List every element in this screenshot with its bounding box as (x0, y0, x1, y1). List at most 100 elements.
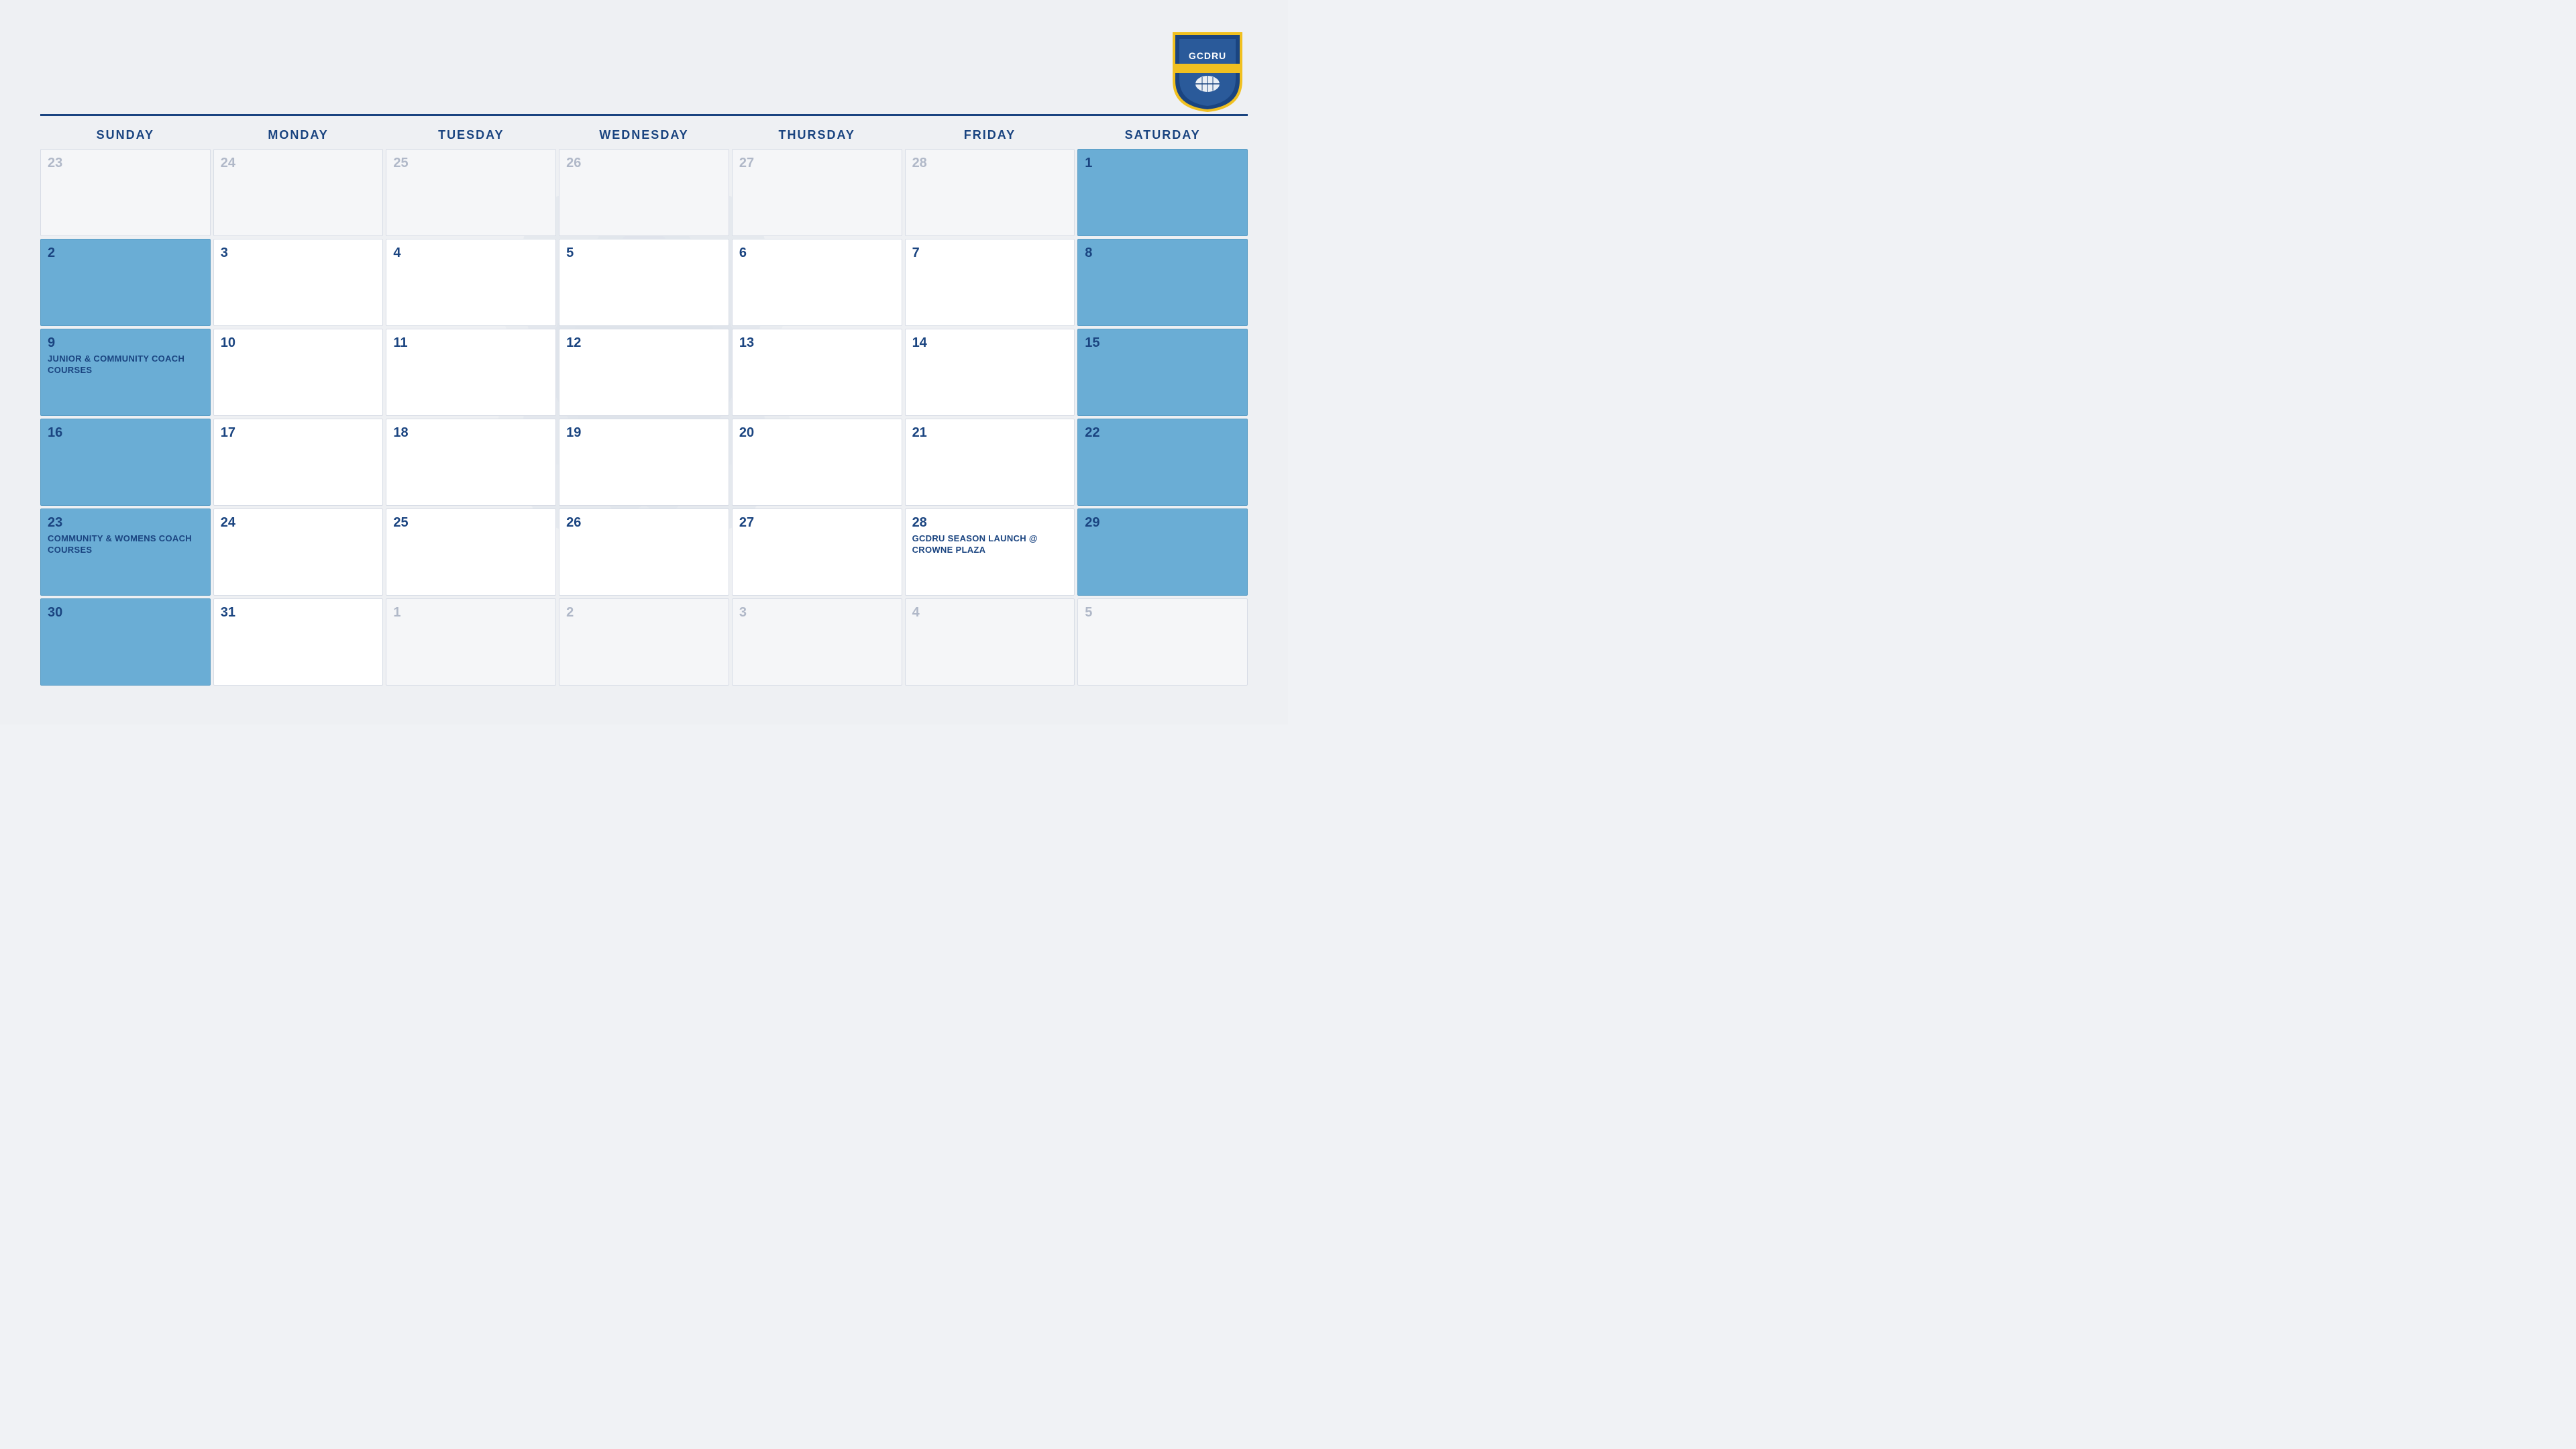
calendar-cell-w4-d4: 27 (732, 508, 902, 596)
calendar-cell-w1-d2: 4 (386, 239, 556, 326)
day-header-friday: FRIDAY (905, 124, 1075, 146)
day-header-saturday: SATURDAY (1077, 124, 1248, 146)
cell-number: 2 (48, 245, 203, 261)
day-header-monday: MONDAY (213, 124, 384, 146)
calendar-cell-w4-d5: 28 GCDRU SEASON LAUNCH @ CROWNE PLAZA (905, 508, 1075, 596)
cell-number: 26 (566, 155, 722, 171)
cell-number: 9 (48, 335, 203, 351)
cell-number: 17 (221, 425, 376, 441)
cell-event: COMMUNITY & WOMENS COACH COURSES (48, 533, 203, 556)
cell-number: 4 (912, 604, 1068, 621)
svg-text:GCDRU: GCDRU (1189, 50, 1226, 61)
calendar-cell-w5-d4: 3 (732, 598, 902, 686)
cell-number: 28 (912, 515, 1068, 531)
calendar-week-4: 23 COMMUNITY & WOMENS COACH COURSES 24 25 26… (40, 508, 1248, 596)
day-header-tuesday: TUESDAY (386, 124, 556, 146)
cell-number: 15 (1085, 335, 1240, 351)
cell-number: 1 (1085, 155, 1240, 171)
calendar-cell-w3-d6: 22 (1077, 419, 1248, 506)
calendar-week-3: 16 17 18 19 20 21 22 (40, 419, 1248, 506)
cell-number: 7 (912, 245, 1068, 261)
cell-number: 27 (739, 155, 895, 171)
calendar-cell-w4-d2: 25 (386, 508, 556, 596)
day-header-wednesday: WEDNESDAY (559, 124, 729, 146)
cell-number: 16 (48, 425, 203, 441)
cell-number: 3 (739, 604, 895, 621)
cell-number: 21 (912, 425, 1068, 441)
cell-number: 22 (1085, 425, 1240, 441)
calendar-cell-w0-d2: 25 (386, 149, 556, 236)
cell-number: 6 (739, 245, 895, 261)
cell-number: 28 (912, 155, 1068, 171)
cell-number: 29 (1085, 515, 1240, 531)
day-headers: SUNDAYMONDAYTUESDAYWEDNESDAYTHURSDAYFRID… (40, 124, 1248, 146)
cell-number: 23 (48, 155, 203, 171)
calendar-cell-w4-d1: 24 (213, 508, 384, 596)
calendar-cell-w1-d3: 5 (559, 239, 729, 326)
cell-number: 12 (566, 335, 722, 351)
calendar-cell-w1-d4: 6 (732, 239, 902, 326)
calendar-cell-w5-d5: 4 (905, 598, 1075, 686)
calendar-week-0: 23 24 25 26 27 28 1 (40, 149, 1248, 236)
calendar-cell-w0-d4: 27 (732, 149, 902, 236)
cell-number: 3 (221, 245, 376, 261)
cell-number: 11 (393, 335, 549, 351)
calendar: SUNDAYMONDAYTUESDAYWEDNESDAYTHURSDAYFRID… (40, 124, 1248, 686)
calendar-cell-w3-d3: 19 (559, 419, 729, 506)
cell-number: 19 (566, 425, 722, 441)
calendar-week-2: 9 JUNIOR & COMMUNITY COACH COURSES 10 11 12 1… (40, 329, 1248, 416)
cell-number: 2 (566, 604, 722, 621)
cell-number: 14 (912, 335, 1068, 351)
gcdru-logo: GCDRU (1167, 27, 1248, 114)
cell-number: 31 (221, 604, 376, 621)
day-header-thursday: THURSDAY (732, 124, 902, 146)
calendar-cell-w3-d2: 18 (386, 419, 556, 506)
calendar-grid: 232425262728123456789JUNIOR & COMMUNITY … (40, 149, 1248, 686)
calendar-cell-w3-d1: 17 (213, 419, 384, 506)
cell-event: GCDRU SEASON LAUNCH @ CROWNE PLAZA (912, 533, 1068, 556)
cell-number: 27 (739, 515, 895, 531)
cell-number: 24 (221, 155, 376, 171)
calendar-cell-w2-d0: 9 JUNIOR & COMMUNITY COACH COURSES (40, 329, 211, 416)
cell-number: 25 (393, 515, 549, 531)
cell-number: 20 (739, 425, 895, 441)
calendar-cell-w0-d6: 1 (1077, 149, 1248, 236)
cell-number: 26 (566, 515, 722, 531)
calendar-cell-w5-d1: 31 (213, 598, 384, 686)
calendar-cell-w2-d1: 10 (213, 329, 384, 416)
calendar-cell-w2-d4: 13 (732, 329, 902, 416)
cell-number: 8 (1085, 245, 1240, 261)
calendar-cell-w0-d5: 28 (905, 149, 1075, 236)
calendar-cell-w1-d6: 8 (1077, 239, 1248, 326)
cell-number: 30 (48, 604, 203, 621)
calendar-cell-w5-d2: 1 (386, 598, 556, 686)
calendar-cell-w4-d0: 23 COMMUNITY & WOMENS COACH COURSES (40, 508, 211, 596)
cell-number: 10 (221, 335, 376, 351)
cell-number: 5 (566, 245, 722, 261)
calendar-cell-w3-d5: 21 (905, 419, 1075, 506)
day-header-sunday: SUNDAY (40, 124, 211, 146)
calendar-cell-w5-d3: 2 (559, 598, 729, 686)
calendar-cell-w1-d0: 2 (40, 239, 211, 326)
header: GCDRU (40, 27, 1248, 107)
cell-number: 23 (48, 515, 203, 531)
calendar-cell-w4-d3: 26 (559, 508, 729, 596)
calendar-cell-w2-d5: 14 (905, 329, 1075, 416)
calendar-week-5: 30 31 12345 (40, 598, 1248, 686)
calendar-cell-w3-d0: 16 (40, 419, 211, 506)
calendar-cell-w4-d6: 29 (1077, 508, 1248, 596)
cell-event: JUNIOR & COMMUNITY COACH COURSES (48, 354, 203, 376)
cell-number: 24 (221, 515, 376, 531)
logo-container: GCDRU (1167, 27, 1248, 107)
cell-number: 5 (1085, 604, 1240, 621)
calendar-cell-w5-d6: 5 (1077, 598, 1248, 686)
calendar-cell-w1-d5: 7 (905, 239, 1075, 326)
cell-number: 1 (393, 604, 549, 621)
page-container: GCDRU SUNDAYMONDAYTUESDAYWEDNESDAYTHURSD… (0, 0, 1288, 724)
header-divider (40, 114, 1248, 116)
cell-number: 25 (393, 155, 549, 171)
calendar-cell-w1-d1: 3 (213, 239, 384, 326)
calendar-cell-w0-d3: 26 (559, 149, 729, 236)
calendar-cell-w5-d0: 30 (40, 598, 211, 686)
cell-number: 18 (393, 425, 549, 441)
